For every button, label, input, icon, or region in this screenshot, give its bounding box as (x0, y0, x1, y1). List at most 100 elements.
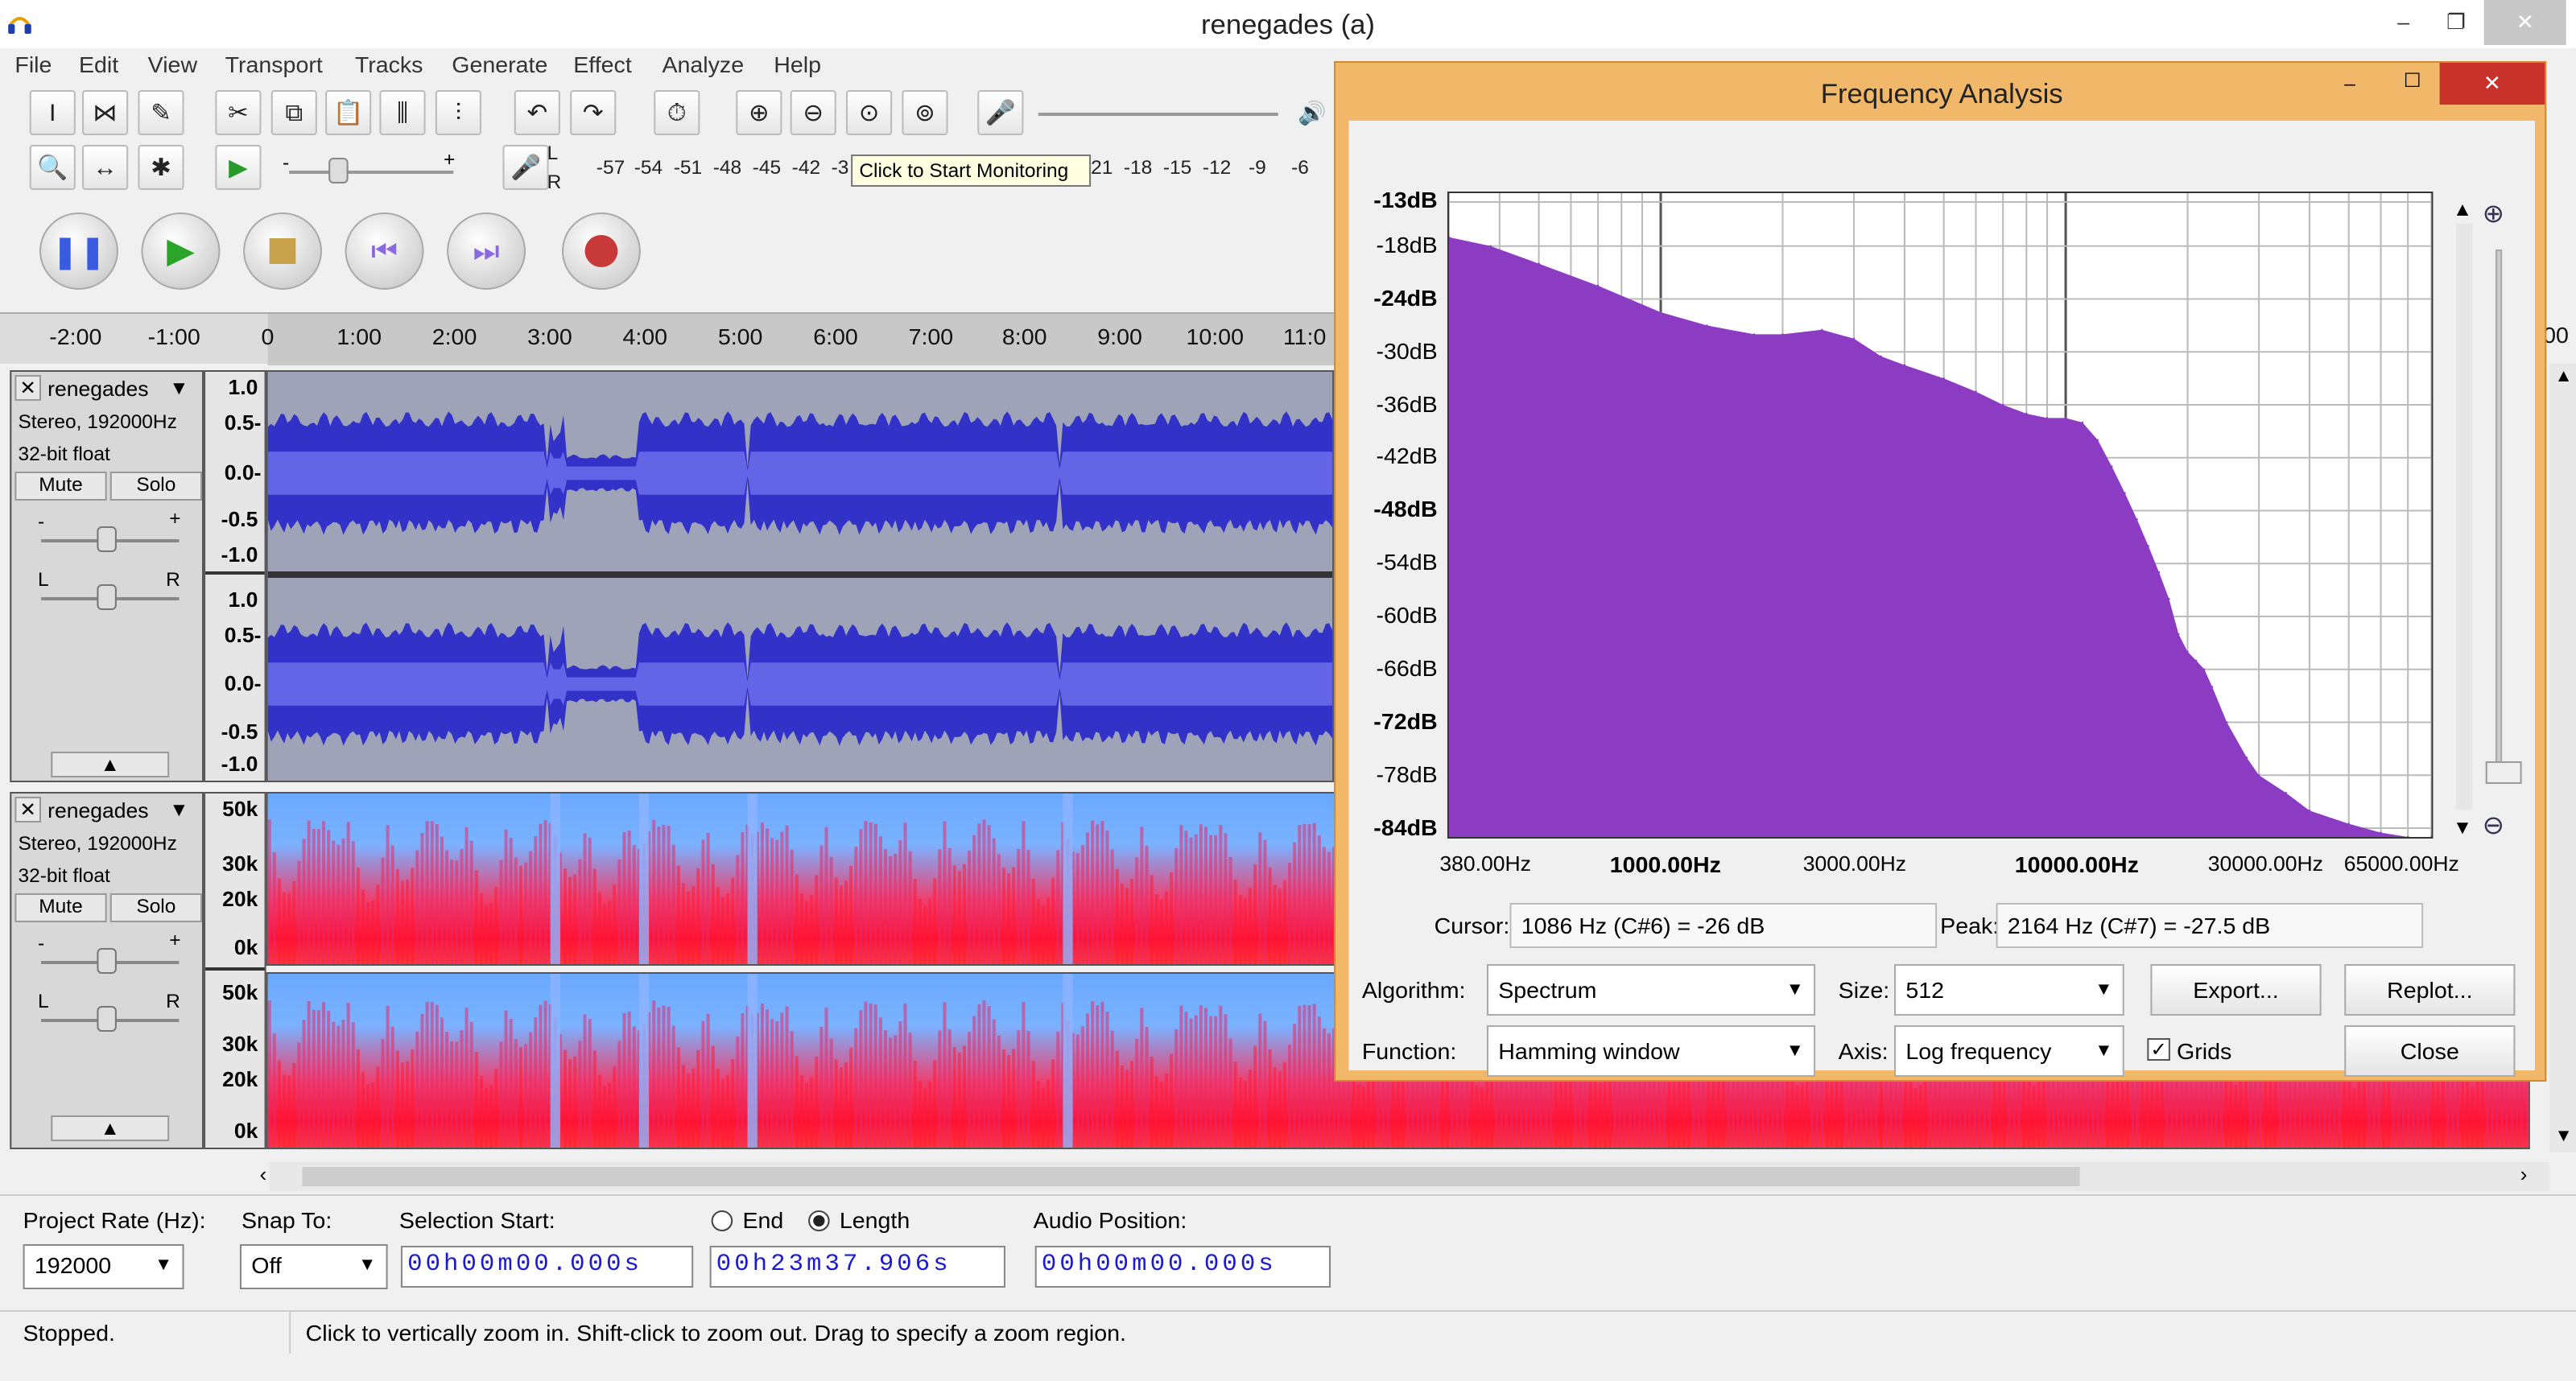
menu-file[interactable]: File (14, 52, 52, 77)
track-menu-arrow-icon[interactable]: ▼ (169, 798, 188, 821)
end-radio[interactable] (711, 1210, 733, 1231)
menu-tracks[interactable]: Tracks (355, 52, 423, 77)
pan-slider-thumb[interactable] (97, 584, 117, 610)
plot-scrollbar[interactable] (2455, 224, 2473, 810)
cut-icon[interactable]: ✂ (215, 90, 262, 135)
dialog-close-icon[interactable]: ✕ (2439, 63, 2545, 105)
selection-start-field[interactable]: 00h00m00.000s (400, 1246, 694, 1288)
track-control-panel[interactable]: ✕ renegades ▼ Stereo, 192000Hz 32-bit fl… (10, 792, 204, 1149)
track-close-icon[interactable]: ✕ (14, 375, 42, 401)
pause-button[interactable]: ❚❚ (39, 212, 118, 290)
selection-length-field[interactable]: 00h23m37.906s (709, 1246, 1005, 1288)
scroll-up-icon[interactable]: ▲ (2453, 198, 2472, 221)
track-name[interactable]: renegades (47, 798, 148, 822)
redo-icon[interactable]: ↷ (570, 90, 617, 135)
close-button[interactable]: ✕ (2483, 0, 2566, 45)
audio-position-field[interactable]: 00h00m00.000s (1034, 1246, 1331, 1288)
algorithm-select[interactable]: Spectrum ▼ (1486, 964, 1816, 1016)
skip-to-end-button[interactable]: ⏭ (447, 212, 526, 290)
scroll-right-icon[interactable]: › (2520, 1162, 2528, 1186)
fit-project-icon[interactable]: ⊚ (902, 90, 948, 135)
collapse-track-icon[interactable]: ▲ (51, 752, 170, 777)
menu-edit[interactable]: Edit (79, 52, 118, 77)
vertical-scrollbar[interactable]: ▲ ▼ (2549, 364, 2576, 1152)
microphone-icon[interactable]: 🎤 (977, 90, 1024, 135)
menu-analyze[interactable]: Analyze (662, 52, 744, 77)
envelope-tool-icon[interactable]: ⋈ (82, 90, 129, 135)
play-speed-thumb[interactable] (328, 158, 349, 183)
menu-transport[interactable]: Transport (225, 52, 323, 77)
mute-button[interactable]: Mute (14, 893, 107, 922)
spectrogram-vertical-scale[interactable]: 50k 30k 20k 0k 50k 30k 20k 0k (204, 792, 266, 1149)
record-button[interactable] (561, 212, 641, 290)
play-at-speed-icon[interactable]: ▶ (215, 145, 262, 190)
zoom-slider[interactable] (2495, 249, 2503, 781)
menu-help[interactable]: Help (774, 52, 821, 77)
replot-button[interactable]: Replot... (2344, 964, 2516, 1016)
export-button[interactable]: Export... (2150, 964, 2322, 1016)
dialog-minimize-button[interactable]: ‒ (2344, 72, 2355, 95)
selection-tool-icon[interactable]: I (29, 90, 76, 135)
zoom-tool-icon[interactable]: 🔍 (29, 145, 76, 190)
solo-button[interactable]: Solo (109, 893, 203, 922)
zoom-slider-thumb[interactable] (2485, 761, 2522, 784)
mute-button[interactable]: Mute (14, 472, 107, 501)
track-menu-arrow-icon[interactable]: ▼ (169, 377, 188, 399)
draw-tool-icon[interactable]: ✎ (138, 90, 184, 135)
record-meter-icon[interactable]: 🎤 (502, 145, 549, 190)
zoom-out-icon[interactable]: ⊖ (2483, 810, 2516, 842)
menu-view[interactable]: View (148, 52, 197, 77)
undo-icon[interactable]: ↶ (514, 90, 560, 135)
scroll-left-icon[interactable]: ‹ (259, 1162, 266, 1186)
spectrogram-streak (381, 1039, 385, 1148)
scroll-up-icon[interactable]: ▲ (2554, 367, 2572, 386)
gain-slider-thumb[interactable] (97, 948, 117, 974)
waveform-vertical-scale[interactable]: 1.0 0.5- 0.0- -0.5 -1.0 1.0 0.5- 0.0- -0… (204, 370, 266, 782)
spectrogram-streak (509, 838, 513, 964)
grids-checkbox[interactable]: ✓ (2147, 1038, 2170, 1061)
horizontal-scrollbar[interactable]: ‹ › (259, 1162, 2550, 1191)
waveform-display[interactable] (266, 370, 1335, 782)
restore-button[interactable]: ❐ (2428, 0, 2483, 45)
snap-to-select[interactable]: Off ▼ (239, 1244, 388, 1289)
solo-button[interactable]: Solo (109, 472, 203, 501)
axis-select[interactable]: Log frequency ▼ (1894, 1025, 2124, 1077)
recording-volume-slider[interactable] (1038, 113, 1278, 116)
track-name[interactable]: renegades (47, 377, 148, 401)
collapse-track-icon[interactable]: ▲ (51, 1115, 170, 1141)
play-speed-slider[interactable] (289, 171, 454, 174)
menu-effect[interactable]: Effect (573, 52, 632, 77)
multi-tool-icon[interactable]: ✱ (138, 145, 184, 190)
scrollbar-thumb[interactable] (302, 1167, 2080, 1186)
scroll-down-icon[interactable]: ▼ (2453, 816, 2472, 839)
gain-slider-thumb[interactable] (97, 526, 117, 552)
paste-icon[interactable]: 📋 (325, 90, 372, 135)
zoom-in-icon[interactable]: ⊕ (2483, 198, 2516, 230)
pan-slider-thumb[interactable] (97, 1006, 117, 1032)
stop-button[interactable] (243, 212, 322, 290)
timeline-ruler[interactable]: -2:00 -1:00 0 1:00 2:00 3:00 4:00 5:00 6… (0, 312, 1335, 365)
size-select[interactable]: 512 ▼ (1894, 964, 2124, 1016)
time-shift-tool-icon[interactable]: ↔ (82, 145, 129, 190)
skip-to-start-button[interactable]: ⏮ (345, 212, 424, 290)
project-rate-select[interactable]: 192000 ▼ (23, 1244, 184, 1289)
dialog-maximize-button[interactable]: ☐ (2404, 69, 2421, 92)
close-dialog-button[interactable]: Close (2344, 1025, 2516, 1077)
zoom-out-icon[interactable]: ⊖ (790, 90, 836, 135)
spectrum-point (1942, 377, 1945, 380)
fit-selection-icon[interactable]: ⊙ (846, 90, 893, 135)
function-select[interactable]: Hamming window ▼ (1486, 1025, 1816, 1077)
track-close-icon[interactable]: ✕ (14, 797, 42, 822)
length-radio[interactable] (808, 1210, 830, 1231)
play-button[interactable]: ▶ (141, 212, 221, 290)
silence-icon[interactable]: ⫶ (435, 90, 481, 135)
track-control-panel[interactable]: ✕ renegades ▼ Stereo, 192000Hz 32-bit fl… (10, 370, 204, 782)
frequency-plot[interactable] (1447, 192, 2434, 839)
zoom-in-icon[interactable]: ⊕ (736, 90, 782, 135)
sync-lock-icon[interactable]: ⏱ (654, 90, 700, 135)
minimize-button[interactable]: ‒ (2376, 0, 2431, 45)
menu-generate[interactable]: Generate (452, 52, 547, 77)
scroll-down-icon[interactable]: ▼ (2554, 1127, 2572, 1146)
copy-icon[interactable]: ⧉ (270, 90, 317, 135)
trim-icon[interactable]: ⫼ (379, 90, 426, 135)
